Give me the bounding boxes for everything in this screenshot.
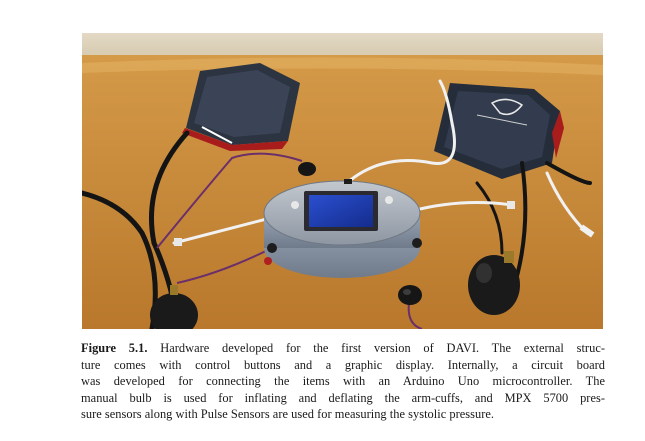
caption-text: Hardware developed for the first version…: [147, 341, 606, 355]
control-button-left: [291, 201, 299, 209]
caption-line-3: was developed for connecting the items w…: [81, 374, 605, 389]
document-page: Figure 5.1. Hardware developed for the f…: [0, 0, 645, 441]
caption-line-4: manual bulb is used for inflating and de…: [81, 390, 605, 405]
pulse-sensor: [398, 285, 422, 305]
caption-line-5: sure sensors along with Pulse Sensors ar…: [81, 407, 495, 422]
figure-photo: [82, 33, 603, 329]
figure-label: Figure 5.1.: [81, 341, 148, 355]
davi-device: [263, 179, 422, 278]
left-arm-cuff: [182, 63, 300, 151]
pulse-sensor-top: [298, 162, 316, 176]
hardware-photo-illustration: [82, 33, 603, 329]
graphic-display: [309, 195, 373, 227]
control-button-right: [385, 196, 393, 204]
figure-caption: Figure 5.1. Hardware developed for the f…: [81, 340, 605, 423]
caption-line-2: ture comes with control buttons and a gr…: [81, 357, 605, 372]
caption-line-1: Figure 5.1. Hardware developed for the f…: [81, 340, 605, 357]
